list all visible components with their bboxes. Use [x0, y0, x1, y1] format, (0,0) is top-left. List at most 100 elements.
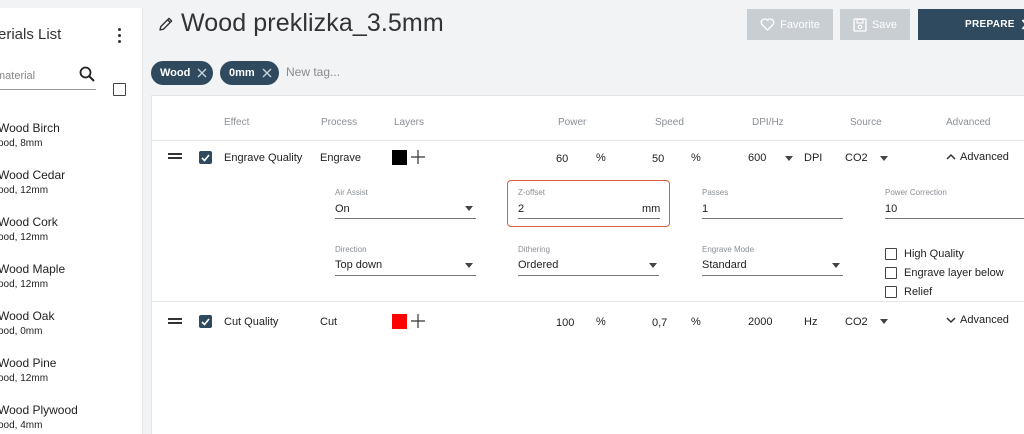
list-item[interactable]: Wood Maple ood, 12mm — [0, 261, 140, 308]
advanced-toggle[interactable]: Advanced — [960, 151, 1009, 163]
speed-value[interactable]: 50 — [652, 153, 664, 165]
list-item[interactable]: Wood Pine ood, 12mm — [0, 355, 140, 402]
dropdown-caret-icon[interactable] — [880, 319, 888, 324]
col-source: Source — [850, 117, 882, 128]
effect-name: Cut Quality — [224, 316, 279, 328]
engrave-mode-select[interactable]: Standard — [702, 259, 747, 271]
list-item[interactable]: Wood Oak ood, 0mm — [0, 308, 140, 355]
floppy-icon — [853, 17, 867, 32]
list-item[interactable]: Wood Cork ood, 12mm — [0, 214, 140, 261]
dropdown-caret-icon[interactable] — [465, 206, 473, 211]
materials-sidebar: erials List Wood Birchood, 8mm Wood Ceda… — [0, 8, 143, 434]
effect-checkbox[interactable] — [199, 315, 212, 328]
col-power: Power — [558, 117, 587, 128]
high-quality-label: High Quality — [904, 248, 964, 260]
drag-handle-icon[interactable] — [168, 153, 182, 161]
high-quality-checkbox[interactable] — [885, 248, 897, 260]
air-assist-select[interactable]: On — [335, 203, 350, 215]
prepare-button[interactable]: PREPARE — [918, 9, 1024, 40]
z-offset-input[interactable]: 2 — [518, 203, 524, 215]
col-advanced: Advanced — [946, 117, 991, 128]
passes-input[interactable]: 1 — [702, 203, 708, 215]
power-correction-input[interactable]: 10 — [885, 203, 897, 215]
process-name: Cut — [320, 316, 338, 328]
col-process: Process — [321, 117, 358, 128]
source-value[interactable]: CO2 — [845, 152, 868, 164]
effect-name: Engrave Quality — [224, 152, 303, 164]
page-title: Wood preklizka_3.5mm — [181, 9, 444, 37]
engrave-mode-label: Engrave Mode — [702, 245, 755, 254]
field-underline — [702, 275, 843, 276]
direction-label: Direction — [335, 245, 367, 254]
field-underline — [885, 218, 1024, 219]
engrave-layer-below-checkbox[interactable] — [885, 267, 897, 279]
dithering-label: Dithering — [518, 245, 551, 254]
list-item[interactable]: Wood Birch ood, 8mm — [0, 120, 140, 167]
favorite-label: Favorite — [780, 18, 820, 31]
engrave-layer-below-label: Engrave layer below — [904, 267, 1004, 279]
power-unit: % — [596, 152, 606, 164]
col-layers: Layers — [394, 117, 425, 128]
chevron-up-icon[interactable] — [946, 153, 956, 160]
col-dpi-hz: DPI/Hz — [752, 117, 784, 128]
plus-icon[interactable] — [411, 150, 425, 164]
dropdown-caret-icon[interactable] — [880, 156, 888, 161]
save-button[interactable]: Save — [840, 9, 910, 40]
chevron-down-icon[interactable] — [946, 317, 956, 324]
power-correction-label: Power Correction — [885, 188, 947, 197]
sidebar-title: erials List — [0, 26, 62, 43]
tag-label: 0mm — [229, 67, 255, 79]
field-underline — [702, 218, 843, 219]
field-underline — [335, 275, 476, 276]
tag-wood[interactable]: Wood — [151, 61, 213, 85]
pencil-icon[interactable] — [158, 16, 174, 32]
speed-value[interactable]: 0,7 — [652, 317, 667, 329]
layer-color-swatch[interactable] — [392, 150, 407, 165]
power-value[interactable]: 60 — [556, 153, 568, 165]
dpi-unit: DPI — [804, 152, 823, 164]
relief-label: Relief — [904, 286, 933, 298]
favorite-button[interactable]: Favorite — [747, 9, 833, 40]
material-list: Wood Birch ood, 8mm Wood Cedar ood, 12mm W… — [0, 120, 140, 434]
dpi-value[interactable]: 600 — [748, 152, 766, 164]
power-unit: % — [596, 316, 606, 328]
effect-checkbox[interactable] — [199, 151, 212, 164]
dropdown-caret-icon[interactable] — [832, 263, 840, 268]
col-speed: Speed — [655, 117, 684, 128]
power-value[interactable]: 100 — [556, 317, 574, 329]
tag-0mm[interactable]: 0mm — [220, 61, 279, 85]
close-icon[interactable] — [262, 68, 272, 78]
divider — [152, 140, 1024, 141]
col-effect: Effect — [224, 117, 250, 128]
drag-handle-icon[interactable] — [168, 318, 182, 326]
source-value[interactable]: CO2 — [845, 316, 868, 328]
dropdown-caret-icon[interactable] — [465, 263, 473, 268]
close-icon[interactable] — [197, 68, 207, 78]
z-offset-label: Z-offset — [518, 188, 545, 197]
plus-icon[interactable] — [411, 314, 425, 328]
list-item[interactable]: Wood Cedar ood, 12mm — [0, 167, 140, 214]
effects-panel — [151, 95, 1024, 434]
new-tag-input[interactable] — [286, 65, 406, 79]
check-icon — [201, 317, 210, 326]
save-label: Save — [871, 18, 898, 31]
check-icon — [201, 153, 210, 162]
dropdown-caret-icon[interactable] — [649, 263, 657, 268]
search-icon[interactable] — [79, 66, 95, 82]
dropdown-caret-icon[interactable] — [785, 156, 793, 161]
relief-checkbox[interactable] — [885, 286, 897, 298]
layer-color-swatch[interactable] — [392, 314, 407, 329]
tag-label: Wood — [160, 67, 191, 79]
list-item[interactable]: Wood Plywood ood, 4mm — [0, 402, 140, 434]
direction-select[interactable]: Top down — [335, 259, 382, 271]
select-all-checkbox[interactable] — [113, 83, 126, 96]
z-offset-unit: mm — [642, 203, 661, 215]
hz-value[interactable]: 2000 — [748, 316, 772, 328]
search-input[interactable] — [0, 70, 72, 82]
advanced-toggle[interactable]: Advanced — [960, 314, 1009, 326]
air-assist-label: Air Assist — [335, 188, 368, 197]
more-options-icon[interactable] — [112, 26, 126, 46]
dithering-select[interactable]: Ordered — [518, 259, 558, 271]
passes-label: Passes — [702, 188, 729, 197]
speed-unit: % — [691, 152, 701, 164]
